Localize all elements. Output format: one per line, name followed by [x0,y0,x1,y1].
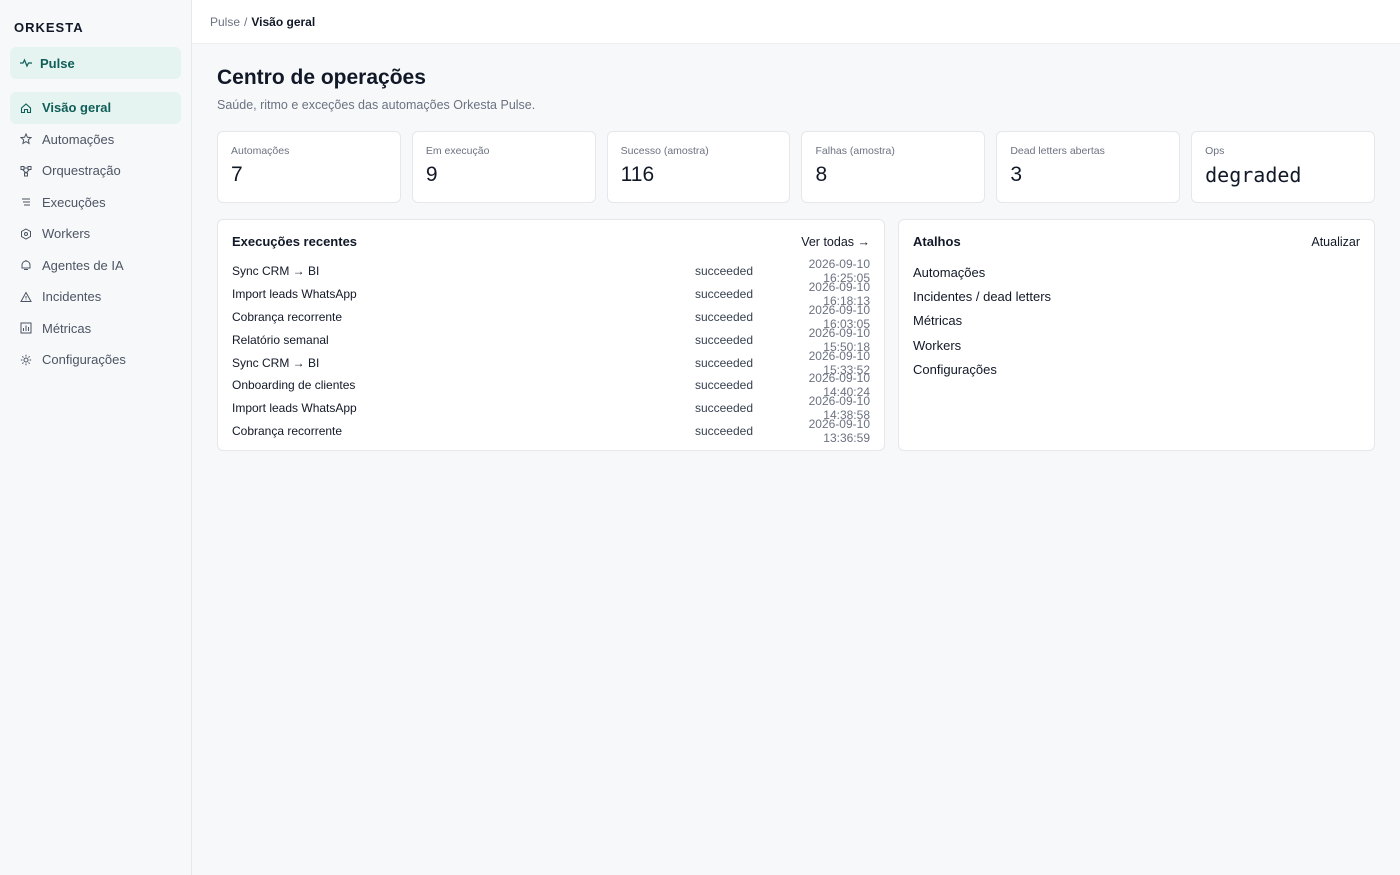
recent-runs-panel: Execuções recentes Ver todas → Sync CRM … [217,219,885,451]
sidebar-item-execucoes[interactable]: Execuções [10,187,181,219]
overview-content: Centro de operações Saúde, ritmo e exceç… [192,44,1400,451]
stat-card-em-execucao: Em execução 9 [411,131,596,203]
stat-value: 7 [231,163,243,186]
shortcut-metricas[interactable]: Métricas [913,309,1360,333]
brand-name: ORKESTA [14,20,84,35]
product-label: Pulse [40,55,75,71]
sidebar-item-visao-geral[interactable]: Visão geral [10,92,181,124]
gear-icon [20,354,32,366]
sidebar-item-incidentes[interactable]: Incidentes [10,281,181,313]
stat-label: Ops [1205,145,1225,157]
shortcuts-panel: Atalhos Atualizar Automações Incidentes … [898,219,1375,451]
stat-card-automacoes: Automações 7 [217,131,401,203]
run-status: succeeded [694,264,753,279]
stat-cards: Automações 7 Em execução 9 Sucesso (amos… [217,131,1375,203]
sidebar-item-label: Workers [42,226,91,242]
breadcrumb-root[interactable]: Pulse [210,15,240,29]
run-status: succeeded [694,332,753,347]
sidebar-item-label: Orquestração [42,163,121,179]
stat-value: 8 [815,163,828,186]
run-name: Onboarding de clientes [232,378,356,393]
stat-label: Falhas (amostra) [815,145,895,157]
shortcut-workers[interactable]: Workers [913,333,1360,357]
sidebar-item-label: Configurações [42,352,126,368]
sidebar-item-label: Automações [42,131,115,147]
breadcrumb-separator: / [244,14,248,29]
sidebar-item-label: Incidentes [42,289,102,305]
sidebar-item-metricas[interactable]: Métricas [10,313,181,345]
sidebar-item-label: Métricas [42,320,92,336]
home-icon [20,102,32,114]
stat-value: 116 [620,163,655,186]
run-row[interactable]: Cobrança recorrente succeeded 2026-09-10… [232,416,870,445]
stat-card-falhas: Falhas (amostra) 8 [801,131,986,203]
list-icon [20,196,32,208]
run-name: Sync CRM → BI [232,355,320,370]
panel-title: Atalhos [913,234,961,249]
sidebar: ORKESTA Pulse Visão geral Automações Orq… [0,0,192,875]
run-status: succeeded [694,401,753,416]
run-name: Sync CRM → BI [232,264,320,279]
run-status: succeeded [694,355,753,370]
sidebar-item-label: Execuções [42,194,106,210]
sidebar-item-agentes-de-ia[interactable]: Agentes de IA [10,250,181,282]
stat-card-sucesso: Sucesso (amostra) 116 [606,131,791,203]
shortcut-automacoes[interactable]: Automações [913,260,1360,284]
sidebar-item-workers[interactable]: Workers [10,218,181,250]
sidebar-item-orquestracao[interactable]: Orquestração [10,155,181,187]
sidebar-item-automacoes[interactable]: Automações [10,124,181,156]
panel-header: Execuções recentes Ver todas → [232,234,870,249]
warning-icon [20,291,32,303]
run-status: succeeded [694,423,753,438]
breadcrumb: Pulse / Visão geral [192,0,1400,44]
stat-value: 9 [425,163,438,186]
run-name: Cobrança recorrente [232,423,343,438]
pulse-icon [20,57,32,69]
run-name: Relatório semanal [232,332,329,347]
product-switcher[interactable]: Pulse [10,47,181,79]
bot-icon [20,259,32,271]
page-subtitle: Saúde, ritmo e exceções das automações O… [217,98,536,112]
sidebar-item-configuracoes[interactable]: Configurações [10,344,181,376]
run-name: Import leads WhatsApp [232,401,357,416]
stat-label: Em execução [425,145,490,157]
stat-label: Dead letters abertas [1010,145,1105,157]
refresh-button[interactable]: Atualizar [1311,235,1360,249]
run-name: Import leads WhatsApp [232,287,357,302]
stat-label: Automações [231,145,290,157]
hexagon-icon [20,228,32,240]
shortcut-configuracoes[interactable]: Configurações [913,357,1360,381]
flow-icon [20,165,32,177]
chart-icon [20,322,32,334]
run-status: succeeded [694,287,753,302]
stat-value: 3 [1010,163,1022,186]
main-area: Pulse / Visão geral Centro de operações … [192,0,1400,875]
page-title: Centro de operações [217,66,426,89]
shortcut-incidentes[interactable]: Incidentes / dead letters [913,284,1360,308]
run-name: Cobrança recorrente [232,309,343,324]
star-icon [20,133,32,145]
breadcrumb-current: Visão geral [251,14,316,29]
ops-status-value: degraded [1205,163,1302,187]
panels: Execuções recentes Ver todas → Sync CRM … [217,219,1375,451]
panel-title: Execuções recentes [232,234,358,249]
sidebar-item-label: Visão geral [42,100,112,116]
panel-header: Atalhos Atualizar [913,234,1360,249]
sidebar-item-label: Agentes de IA [42,257,124,273]
run-time: 2026-09-10 13:36:59 [808,416,870,445]
stat-card-ops: Ops degraded [1191,131,1375,203]
sidebar-nav: Visão geral Automações Orquestração Exec… [10,92,181,376]
stat-card-dead-letters: Dead letters abertas 3 [996,131,1181,203]
run-status: succeeded [694,378,753,393]
view-all-link[interactable]: Ver todas → [801,235,870,249]
run-status: succeeded [694,309,753,324]
stat-label: Sucesso (amostra) [620,145,709,157]
